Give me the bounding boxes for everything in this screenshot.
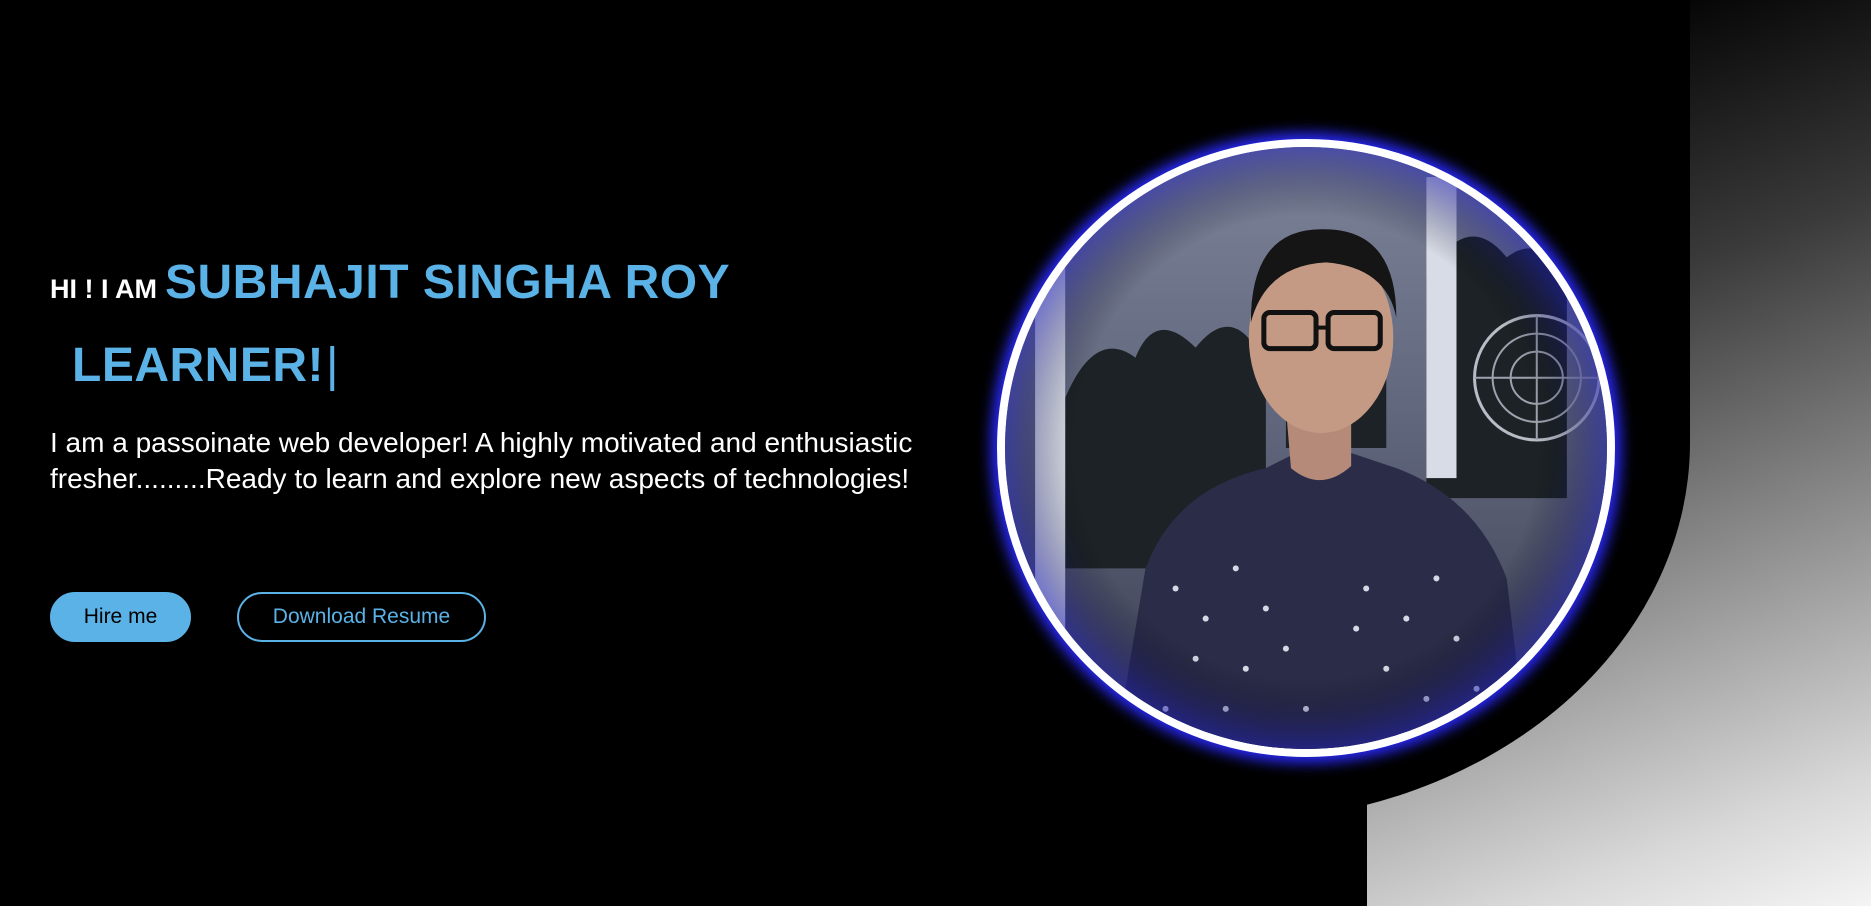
top-nav: HOME EDUCATION PROJECTS CONTACT ME bbox=[572, 20, 1113, 38]
hero-role: LEARNER!| bbox=[72, 338, 339, 393]
hero-description: I am a passoinate web developer! A highl… bbox=[50, 427, 913, 494]
nav-home-link[interactable]: HOME bbox=[572, 20, 620, 38]
role-text: LEARNER! bbox=[72, 339, 324, 392]
nav-projects-link[interactable]: PROJECTS bbox=[853, 20, 938, 38]
portfolio-page: HOME EDUCATION PROJECTS CONTACT ME HI ! … bbox=[0, 0, 1871, 906]
hero-greeting: HI ! I AM SUBHAJIT SINGHA ROY bbox=[50, 255, 730, 310]
greeting-text: HI ! I AM bbox=[50, 274, 157, 304]
typing-cursor: | bbox=[326, 339, 339, 392]
hire-me-button[interactable]: Hire me bbox=[50, 592, 191, 642]
profile-photo-illustration bbox=[1005, 147, 1607, 749]
profile-photo bbox=[997, 139, 1615, 757]
nav-contact-link[interactable]: CONTACT ME bbox=[1008, 20, 1112, 38]
nav-education-link[interactable]: EDUCATION bbox=[690, 20, 783, 38]
download-resume-button[interactable]: Download Resume bbox=[237, 592, 486, 642]
hero-name: SUBHAJIT SINGHA ROY bbox=[165, 256, 731, 309]
